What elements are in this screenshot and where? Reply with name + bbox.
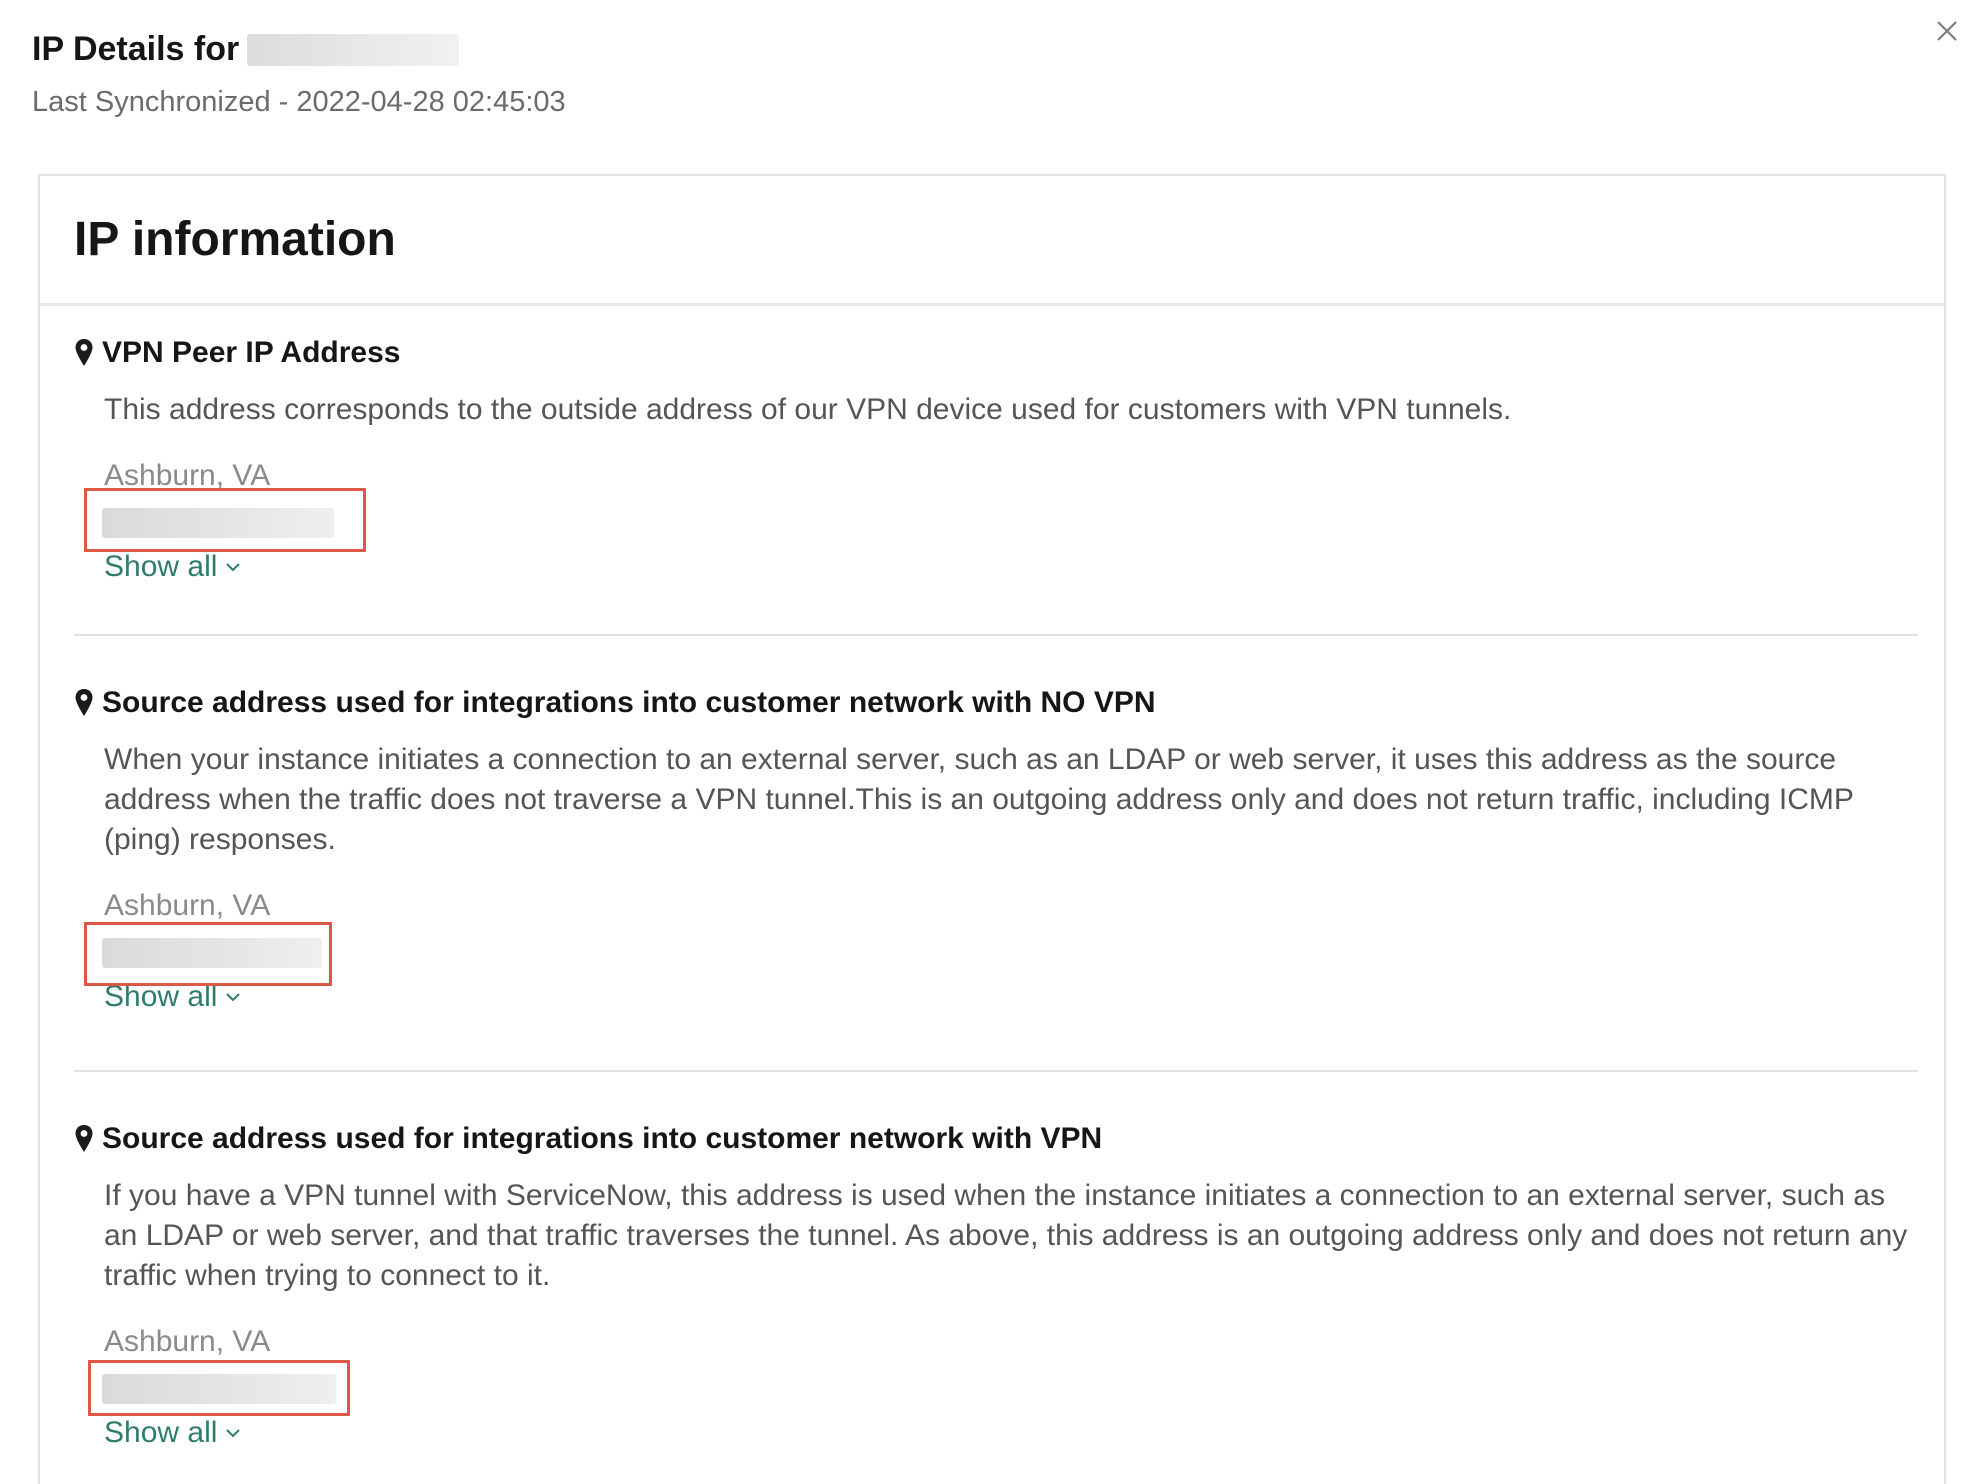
- location-pin-icon: [75, 689, 93, 716]
- card-header: IP information: [40, 176, 1944, 306]
- section-header: Source address used for integrations int…: [74, 686, 1918, 720]
- section-description: When your instance initiates a connectio…: [104, 743, 1854, 856]
- section-no-vpn: Source address used for integrations int…: [74, 686, 1918, 1014]
- section-divider: [74, 634, 1918, 636]
- section-description: This address corresponds to the outside …: [104, 393, 1512, 426]
- show-all-link[interactable]: Show all: [104, 1416, 241, 1450]
- section-title: Source address used for integrations int…: [102, 686, 1156, 719]
- ip-information-card: IP information VPN Peer IP Address This …: [38, 174, 1946, 1484]
- highlight-box: [84, 488, 366, 552]
- show-all-label[interactable]: Show all: [104, 1416, 217, 1450]
- highlight-box: [88, 1360, 350, 1416]
- close-icon[interactable]: [1930, 14, 1964, 48]
- location-label: Ashburn, VA: [104, 1325, 271, 1358]
- close-button[interactable]: [1930, 14, 1964, 48]
- section-header: VPN Peer IP Address: [74, 336, 1918, 370]
- ip-address-value: [84, 922, 384, 986]
- section-title: VPN Peer IP Address: [102, 336, 401, 369]
- location-pin-icon: [75, 339, 93, 366]
- ip-address-value: [84, 488, 384, 552]
- location-pin-icon: [75, 1125, 93, 1152]
- section-description: If you have a VPN tunnel with ServiceNow…: [104, 1179, 1908, 1292]
- location-label: Ashburn, VA: [104, 459, 271, 492]
- chevron-down-icon[interactable]: [225, 561, 241, 573]
- show-all-link[interactable]: Show all: [104, 550, 241, 584]
- location-label: Ashburn, VA: [104, 889, 271, 922]
- chevron-down-icon[interactable]: [225, 991, 241, 1003]
- last-synchronized: Last Synchronized - 2022-04-28 02:45:03: [32, 86, 566, 118]
- ip-details-modal: IP Details for Last Synchronized - 2022-…: [0, 0, 1988, 1484]
- chevron-down-icon[interactable]: [225, 1427, 241, 1439]
- redacted-instance-name: [247, 33, 460, 66]
- section-vpn-peer: VPN Peer IP Address This address corresp…: [74, 336, 1918, 584]
- modal-title-text: IP Details for: [32, 30, 240, 68]
- section-divider: [74, 1070, 1918, 1072]
- modal-title: IP Details for: [32, 30, 460, 69]
- section-with-vpn: Source address used for integrations int…: [74, 1122, 1918, 1450]
- show-all-label[interactable]: Show all: [104, 550, 217, 584]
- section-header: Source address used for integrations int…: [74, 1122, 1918, 1156]
- card-title: IP information: [74, 213, 396, 266]
- highlight-box: [84, 922, 332, 986]
- section-title: Source address used for integrations int…: [102, 1122, 1103, 1155]
- ip-address-value: [84, 1360, 384, 1416]
